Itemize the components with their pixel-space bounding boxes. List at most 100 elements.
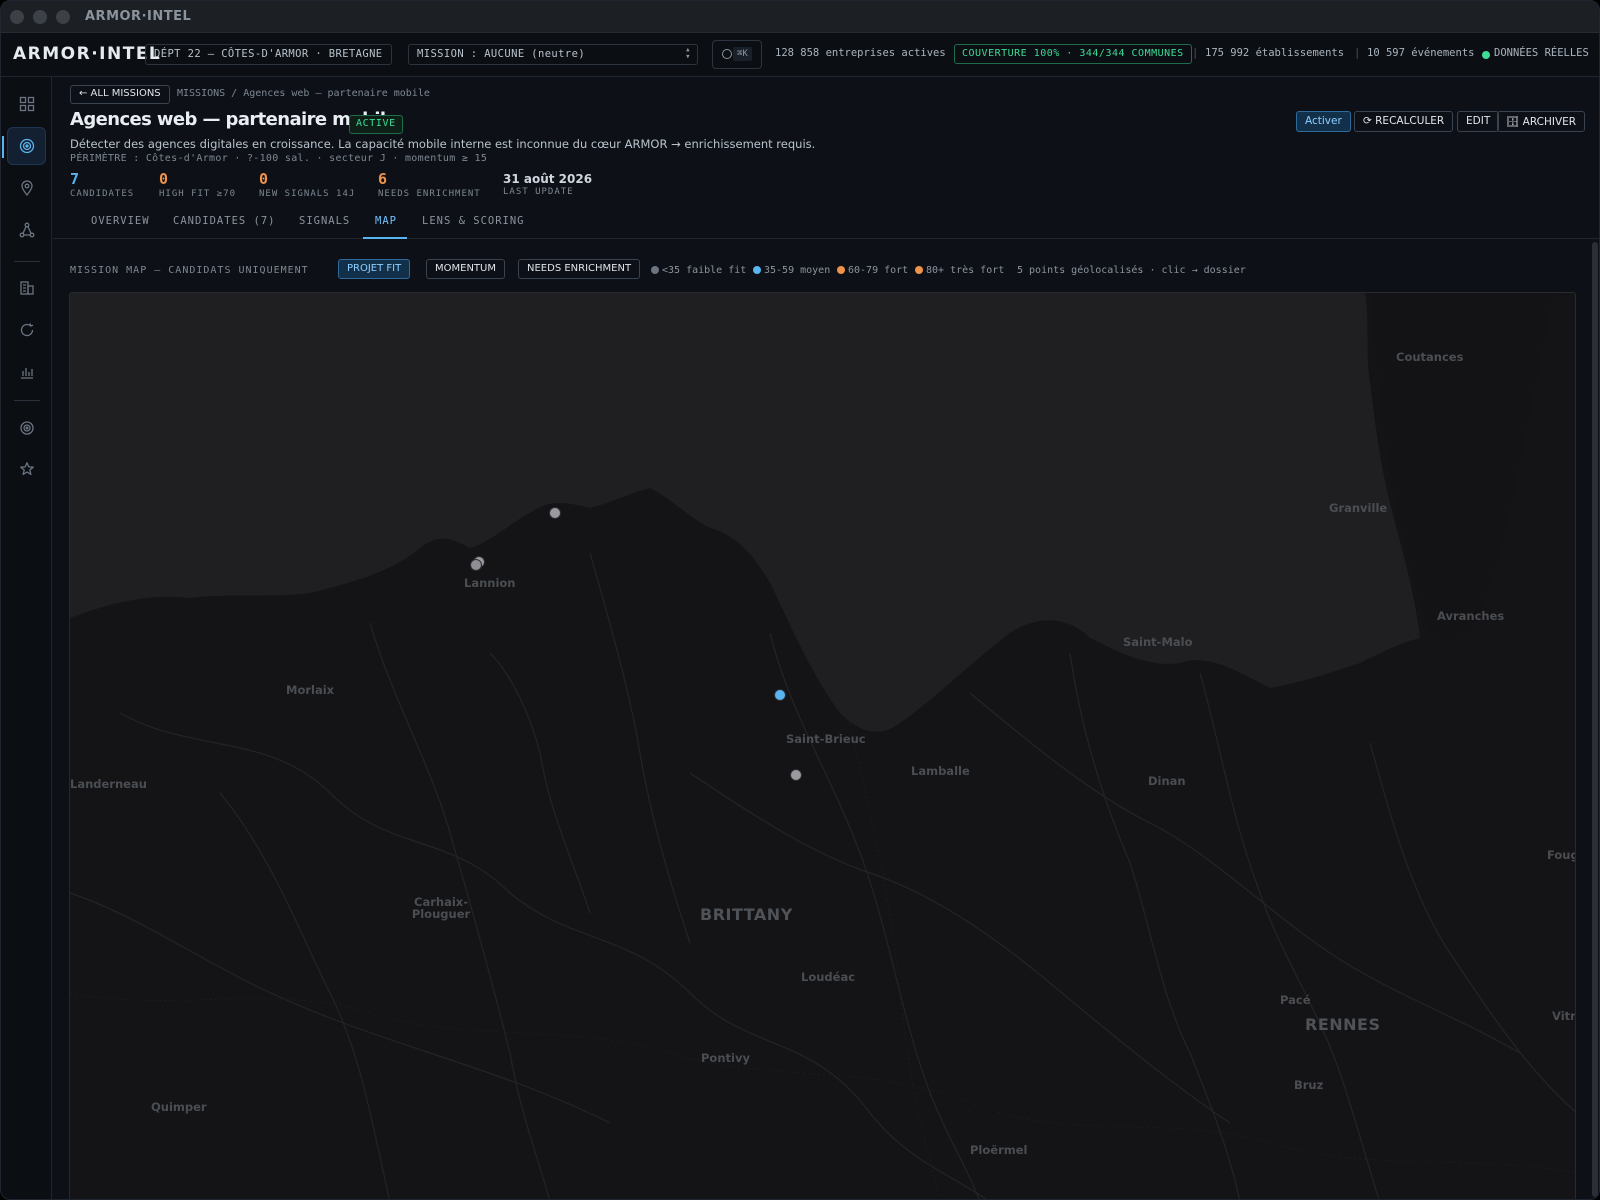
grid-icon	[19, 96, 34, 112]
etablissements-count: 175 992 établissements	[1205, 47, 1345, 59]
star-icon	[19, 462, 34, 476]
city-label-bruz: Bruz	[1294, 1078, 1324, 1092]
mode-projet-fit-button[interactable]: PROJET FIT	[338, 259, 411, 279]
mission-map[interactable]: Coutances Granville Avranches Saint-Malo…	[69, 292, 1576, 1199]
map-basemap	[70, 293, 1575, 1199]
sidebar-item-refresh[interactable]	[7, 311, 46, 349]
mission-select[interactable]: MISSION : AUCUNE (neutre) ▴ ▾	[408, 44, 698, 65]
search-icon	[722, 49, 732, 59]
live-status-dot	[1482, 51, 1490, 59]
city-label-landerneau: Landerneau	[70, 777, 147, 791]
mode-momentum-button[interactable]: MOMENTUM	[426, 259, 505, 279]
kpi-label: LAST UPDATE	[503, 187, 574, 197]
candidate-pin[interactable]	[790, 769, 802, 781]
candidate-pin[interactable]	[470, 559, 482, 571]
map-info-text: 5 points géolocalisés · clic → dossier	[1017, 265, 1246, 276]
building-icon	[19, 281, 34, 295]
window-title: ARMOR·INTEL	[85, 9, 192, 24]
network-icon	[19, 222, 34, 238]
city-label-avranches: Avranches	[1437, 609, 1505, 623]
activate-button[interactable]: Activer	[1296, 111, 1351, 132]
city-label-morlaix: Morlaix	[286, 683, 335, 697]
kpi-last-update: 31 août 2026 LAST UPDATE	[503, 172, 592, 197]
breadcrumb: MISSIONS / Agences web — partenaire mobi…	[177, 88, 430, 99]
evenements-count: 10 597 événements	[1367, 47, 1475, 59]
legend-label: <35 faible fit	[662, 265, 747, 276]
sidebar-item-missions[interactable]	[2, 127, 46, 165]
legend-label: 60-79 fort	[848, 265, 909, 276]
close-window-button[interactable]	[10, 10, 24, 24]
sidebar-item-radar[interactable]	[7, 409, 46, 447]
sidebar-item-analytics[interactable]	[7, 353, 46, 391]
city-label-granville: Granville	[1329, 501, 1388, 515]
city-label-saint-brieuc: Saint-Brieuc	[786, 732, 866, 746]
legend-medium: 35-59 moyen	[753, 265, 830, 276]
tab-bar: OVERVIEW CANDIDATES (7) SIGNALS MAP LENS…	[53, 207, 1599, 239]
legend-dot	[837, 266, 845, 274]
all-missions-button[interactable]: ← ALL MISSIONS	[70, 85, 170, 104]
map-toolbar: MISSION MAP — CANDIDATS UNIQUEMENT PROJE…	[53, 257, 1599, 287]
separator: |	[1354, 47, 1361, 59]
zoom-window-button[interactable]	[56, 10, 70, 24]
sidebar-divider	[14, 261, 40, 262]
candidate-pin[interactable]	[549, 507, 561, 519]
main-content: ← ALL MISSIONS MISSIONS / Agences web — …	[53, 77, 1599, 1199]
kpi-value: 7	[70, 170, 80, 188]
archive-button[interactable]: 🗄 ARCHIVER	[1497, 111, 1586, 132]
tab-candidates[interactable]: CANDIDATES (7)	[173, 215, 276, 227]
minimize-window-button[interactable]	[33, 10, 47, 24]
city-label-coutances: Coutances	[1396, 350, 1464, 364]
mission-select-value: MISSION : AUCUNE (neutre)	[417, 48, 586, 60]
tab-signals[interactable]: SIGNALS	[299, 215, 350, 227]
kpi-high-fit: 0 HIGH FIT ≥70	[159, 170, 236, 199]
tab-map[interactable]: MAP	[375, 215, 397, 227]
search-button[interactable]: ⌘K	[712, 40, 762, 69]
sidebar-item-dashboard[interactable]	[7, 85, 46, 123]
app-logo[interactable]: ARMOR·INTEL	[13, 44, 161, 64]
legend-label: 80+ très fort	[926, 265, 1005, 276]
kpi-value: 0	[159, 170, 169, 188]
active-indicator	[2, 136, 4, 158]
city-label-pace: Pacé	[1280, 993, 1311, 1007]
mission-description: Détecter des agences digitales en croiss…	[70, 137, 816, 151]
kpi-new-signals: 0 NEW SIGNALS 14J	[259, 170, 355, 199]
city-label-pontivy: Pontivy	[701, 1051, 750, 1065]
chevron-updown-icon: ▴ ▾	[685, 45, 691, 62]
tab-lens-scoring[interactable]: LENS & SCORING	[422, 215, 525, 227]
sidebar-item-companies[interactable]	[7, 269, 46, 307]
kpi-label: NEW SIGNALS 14J	[259, 189, 356, 199]
city-label-carhaix-plouguer: Carhaix-Plouguer	[411, 895, 471, 921]
sidebar-item-map[interactable]	[7, 169, 46, 207]
tab-overview[interactable]: OVERVIEW	[91, 215, 150, 227]
search-shortcut: ⌘K	[733, 47, 752, 61]
bar-chart-icon	[20, 368, 33, 379]
kpi-label: NEEDS ENRICHMENT	[378, 189, 481, 199]
legend-strong: 60-79 fort	[837, 265, 908, 276]
coverage-badge: COUVERTURE 100% · 344/344 COMMUNES	[954, 44, 1192, 64]
legend-dot	[753, 266, 761, 274]
candidate-pin[interactable]	[774, 689, 786, 701]
map-panel-title: MISSION MAP — CANDIDATS UNIQUEMENT	[70, 265, 309, 276]
city-label-quimper: Quimper	[151, 1100, 207, 1114]
city-label-rennes: RENNES	[1305, 1015, 1381, 1034]
department-chip[interactable]: DÉPT 22 — CÔTES-D'ARMOR · BRETAGNE	[145, 44, 392, 65]
main-scrollbar[interactable]	[1592, 242, 1598, 1197]
sidebar-item-network[interactable]	[7, 211, 46, 249]
city-label-dinan: Dinan	[1148, 774, 1186, 788]
city-label-vitre: Vitré	[1552, 1009, 1576, 1023]
legend-dot	[915, 266, 923, 274]
entreprises-count: 128 858 entreprises actives	[775, 47, 946, 59]
status-badge: ACTIVE	[349, 115, 403, 134]
recalculate-button[interactable]: ⟳ RECALCULER	[1354, 111, 1454, 132]
kpi-value: 6	[378, 170, 388, 188]
app-window: ARMOR·INTEL ARMOR·INTEL DÉPT 22 — CÔTES-…	[0, 0, 1600, 1200]
legend-label: 35-59 moyen	[764, 265, 831, 276]
city-label-ploermel: Ploërmel	[970, 1143, 1028, 1157]
sidebar-item-favorites[interactable]	[7, 450, 46, 488]
target-icon	[19, 138, 34, 154]
legend-low: <35 faible fit	[651, 265, 746, 276]
data-status: DONNÉES RÉELLES	[1494, 47, 1589, 59]
mode-needs-enrichment-button[interactable]: NEEDS ENRICHMENT	[518, 259, 641, 279]
edit-button[interactable]: EDIT	[1457, 111, 1500, 132]
active-tab-indicator	[363, 237, 407, 239]
